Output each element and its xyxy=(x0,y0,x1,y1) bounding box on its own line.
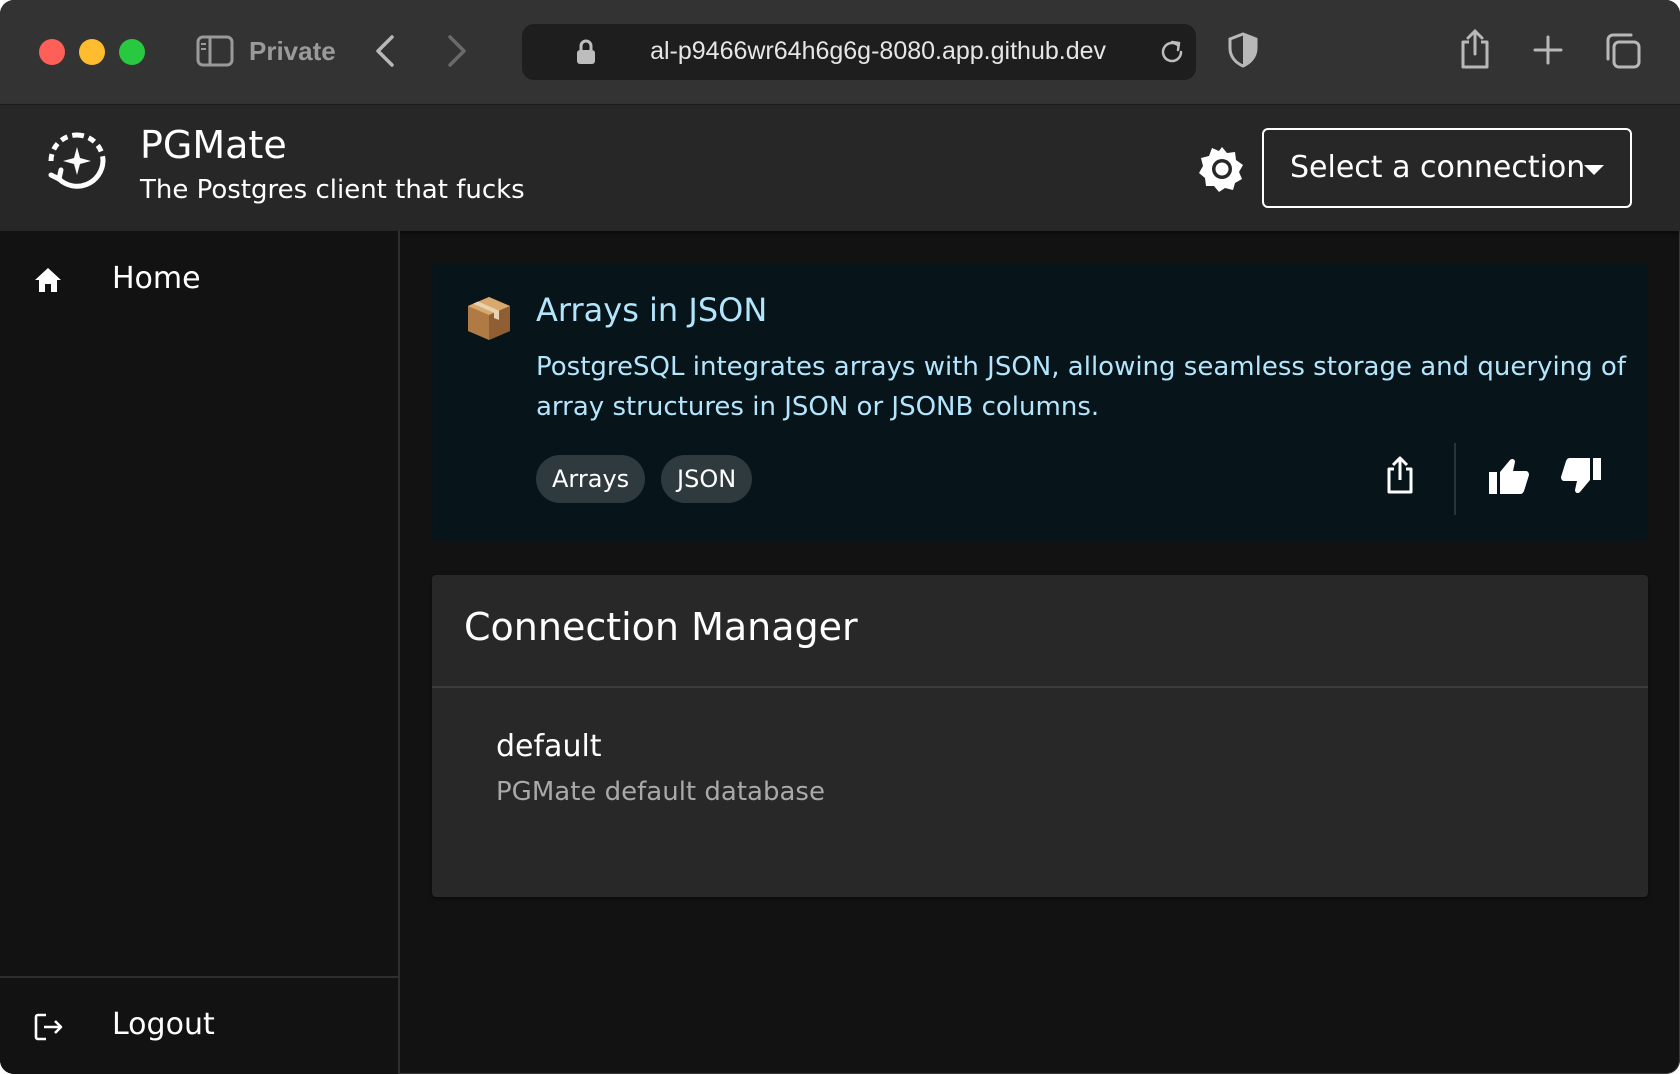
sidebar-item-label: Home xyxy=(112,261,201,296)
privacy-shield-icon[interactable] xyxy=(1228,32,1258,68)
home-icon xyxy=(34,267,62,297)
sidebar-divider xyxy=(0,976,398,978)
new-tab-icon[interactable] xyxy=(1533,35,1563,65)
connection-select-label: Select a connection xyxy=(1290,150,1586,185)
logout-icon xyxy=(34,1013,64,1045)
tip-text: PostgreSQL integrates arrays with JSON, … xyxy=(536,352,1626,422)
sidebar-item-home[interactable]: Home xyxy=(0,245,398,315)
connection-name: default xyxy=(496,729,602,764)
back-icon[interactable] xyxy=(374,34,396,68)
package-icon xyxy=(464,293,514,347)
card-divider xyxy=(432,686,1648,688)
tip-card: Arrays in JSON PostgreSQL integrates arr… xyxy=(432,263,1648,541)
caret-down-icon xyxy=(1584,165,1604,175)
close-window-button[interactable] xyxy=(39,39,65,65)
sidebar-item-logout[interactable]: Logout xyxy=(0,991,398,1061)
private-mode-label: Private xyxy=(249,36,336,66)
reload-icon[interactable] xyxy=(1158,38,1186,66)
share-tip-icon[interactable] xyxy=(1384,455,1416,499)
connection-manager-card: Connection Manager default PGMate defaul… xyxy=(432,575,1648,897)
lock-icon xyxy=(576,39,596,65)
tip-title: Arrays in JSON xyxy=(536,291,768,329)
app-subtitle: The Postgres client that fucks xyxy=(140,175,525,205)
theme-toggle-icon[interactable] xyxy=(1198,145,1246,193)
maximize-window-button[interactable] xyxy=(119,39,145,65)
connection-item-default[interactable]: default PGMate default database xyxy=(464,725,1614,825)
actions-divider xyxy=(1454,443,1456,515)
sidebar-toggle-icon[interactable] xyxy=(196,35,234,67)
app-logo-icon[interactable] xyxy=(47,131,107,191)
address-bar[interactable]: al-p9466wr64h6g6g-8080.app.github.dev xyxy=(522,24,1196,80)
browser-toolbar: Private al-p9466wr64h6g6g-8080.app.githu… xyxy=(0,0,1680,105)
thumbs-up-icon[interactable] xyxy=(1488,457,1530,499)
minimize-window-button[interactable] xyxy=(79,39,105,65)
tag-chip[interactable]: JSON xyxy=(661,455,753,503)
browser-window: Private al-p9466wr64h6g6g-8080.app.githu… xyxy=(0,0,1680,1074)
connection-description: PGMate default database xyxy=(496,777,825,807)
app-title: PGMate xyxy=(140,123,287,167)
tab-overview-icon[interactable] xyxy=(1604,32,1642,70)
tag-chip[interactable]: Arrays xyxy=(536,455,646,503)
sidebar: Home Logout xyxy=(0,231,400,1074)
connection-select[interactable]: Select a connection xyxy=(1262,128,1632,208)
url-text: al-p9466wr64h6g6g-8080.app.github.dev xyxy=(650,37,1106,65)
share-icon[interactable] xyxy=(1459,28,1491,70)
forward-icon[interactable] xyxy=(446,34,468,68)
sidebar-item-label: Logout xyxy=(112,1007,215,1042)
app-header: PGMate The Postgres client that fucks Se… xyxy=(0,105,1680,231)
thumbs-down-icon[interactable] xyxy=(1560,457,1602,499)
connection-manager-title: Connection Manager xyxy=(464,605,858,649)
